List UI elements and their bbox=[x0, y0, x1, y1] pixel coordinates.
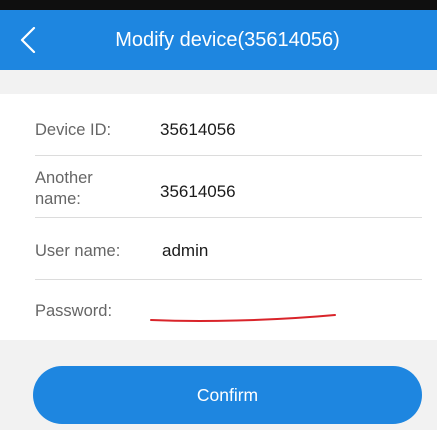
status-bar bbox=[0, 0, 437, 10]
another-name-label: Another name: bbox=[35, 169, 93, 208]
another-name-field[interactable]: 35614056 bbox=[160, 182, 236, 202]
device-id-value: 35614056 bbox=[160, 120, 236, 139]
user-name-label: User name: bbox=[35, 242, 121, 260]
app-header: Modify device(35614056) bbox=[0, 10, 437, 70]
page-title: Modify device(35614056) bbox=[115, 29, 340, 51]
device-id-row: Device ID: 35614056 bbox=[35, 94, 422, 156]
user-name-field[interactable]: admin bbox=[162, 241, 208, 261]
password-label: Password: bbox=[35, 302, 113, 320]
red-underline-annotation bbox=[150, 314, 336, 322]
device-id-label: Device ID: bbox=[35, 121, 112, 139]
device-form: Device ID: 35614056 Another name: 356140… bbox=[0, 94, 437, 340]
another-name-row: Another name: 35614056 bbox=[35, 156, 422, 218]
confirm-button[interactable]: Confirm bbox=[33, 366, 422, 424]
user-name-row: User name: admin bbox=[35, 218, 422, 280]
password-row: Password: bbox=[35, 280, 422, 340]
